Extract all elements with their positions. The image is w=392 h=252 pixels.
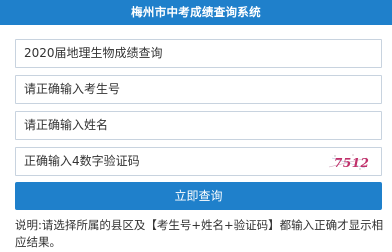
header-bar: 梅州市中考成绩查询系统 xyxy=(0,0,392,25)
captcha-code: 7512 xyxy=(334,156,369,170)
exam-number-input[interactable]: 请正确输入考生号 xyxy=(15,75,382,104)
captcha-placeholder: 正确输入4数字验证码 xyxy=(24,154,140,168)
subject-select-value: 2020届地理生物成绩查询 xyxy=(24,46,163,60)
captcha-input[interactable]: 正确输入4数字验证码 7512 xyxy=(15,147,382,176)
subject-select[interactable]: 2020届地理生物成绩查询 xyxy=(15,39,382,68)
name-input[interactable]: 请正确输入姓名 xyxy=(15,111,382,140)
captcha-image[interactable]: 7512 xyxy=(327,152,371,172)
instruction-text: 说明:请选择所属的县区及【考生号+姓名+验证码】都输入正确才显示相应结果。 xyxy=(15,218,384,249)
page-title: 梅州市中考成绩查询系统 xyxy=(131,5,261,19)
instruction-note: 说明:请选择所属的县区及【考生号+姓名+验证码】都输入正确才显示相应结果。 xyxy=(15,217,387,250)
name-placeholder: 请正确输入姓名 xyxy=(24,118,109,132)
exam-number-placeholder: 请正确输入考生号 xyxy=(24,82,121,96)
query-button[interactable]: 立即查询 xyxy=(15,182,382,210)
query-button-label: 立即查询 xyxy=(174,189,223,203)
